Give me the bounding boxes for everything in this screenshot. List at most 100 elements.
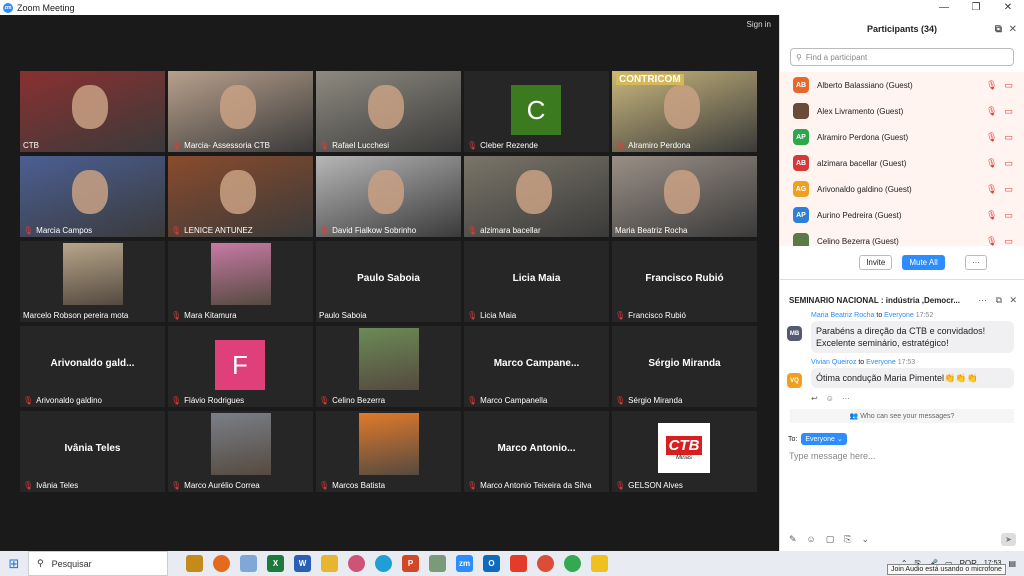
video-tile[interactable]: 🎙 Rafael Lucchesi <box>316 71 461 152</box>
video-off-icon[interactable]: ▭ <box>1003 236 1014 247</box>
name-label: 🎙 Ivânia Teles <box>23 481 78 490</box>
video-tile[interactable]: CTB Minas 🎙 GELSON Alves <box>612 411 757 492</box>
video-tile[interactable]: CONTRICOM 🎙 Alramiro Perdona <box>612 71 757 152</box>
video-tile[interactable]: 🎙 Celino Bezerra <box>316 326 461 407</box>
chat-more-icon[interactable]: ··· <box>978 295 987 305</box>
who-can-see-link[interactable]: 👥 Who can see your messages? <box>790 409 1014 423</box>
sender-name[interactable]: Vivian Queiroz <box>811 359 856 366</box>
muted-mic-icon[interactable]: 🎙 <box>986 132 997 143</box>
more-options-button[interactable]: ··· <box>965 255 987 270</box>
video-tile[interactable]: 🎙 Marcia- Assessoria CTB <box>168 71 313 152</box>
muted-mic-icon[interactable]: 🎙 <box>986 106 997 117</box>
participant-row[interactable]: AP Aurino Pedreira (Guest) 🎙 ▭ <box>780 202 1024 228</box>
reply-icon[interactable]: ↩ <box>811 394 818 403</box>
video-tile[interactable]: Francisco Rubió 🎙 Francisco Rubió <box>612 241 757 322</box>
video-tile[interactable]: Maria Beatriz Rocha <box>612 156 757 237</box>
paint-icon[interactable] <box>348 555 365 572</box>
video-off-icon[interactable]: ▭ <box>1003 80 1014 91</box>
zoom-taskbar-icon[interactable]: zm <box>456 555 473 572</box>
file-explorer-icon[interactable] <box>321 555 338 572</box>
participant-search-input[interactable]: Find a participant <box>806 53 867 62</box>
format-icon[interactable]: ✎ <box>789 534 797 545</box>
muted-mic-icon[interactable]: 🎙 <box>986 210 997 221</box>
video-tile[interactable]: Marco Campane... 🎙 Marco Campanella <box>464 326 609 407</box>
video-tile[interactable]: F 🎙 Flávio Rodrigues <box>168 326 313 407</box>
video-tile[interactable]: 🎙 alzimara bacellar <box>464 156 609 237</box>
taskbar-search-input[interactable]: Pesquisar <box>52 559 92 569</box>
video-tile[interactable]: C 🎙 Cleber Rezende <box>464 71 609 152</box>
maximize-button[interactable]: ❐ <box>960 0 992 15</box>
chevron-down-icon[interactable]: ⌄ <box>861 534 869 545</box>
chat-input[interactable]: Type message here... <box>789 451 1024 461</box>
recipient-name[interactable]: Everyone <box>884 312 914 319</box>
video-off-icon[interactable]: ▭ <box>1003 158 1014 169</box>
notifications-icon[interactable]: ▤ <box>1008 559 1016 568</box>
participant-name: LENICE ANTUNEZ <box>184 226 253 235</box>
participant-row[interactable]: AB Alberto Balassiano (Guest) 🎙 ▭ <box>780 72 1024 98</box>
windows-start-icon[interactable]: ⊞ <box>0 556 28 572</box>
send-button[interactable]: ➤ <box>1001 533 1016 546</box>
video-tile[interactable]: Ivânia Teles 🎙 Ivânia Teles <box>20 411 165 492</box>
close-button[interactable]: ✕ <box>992 0 1024 15</box>
word-icon[interactable]: W <box>294 555 311 572</box>
participant-row[interactable]: AG Arivonaldo galdino (Guest) 🎙 ▭ <box>780 176 1024 202</box>
participant-row[interactable]: Alex Livramento (Guest) 🎙 ▭ <box>780 98 1024 124</box>
video-tile[interactable]: 🎙 Marco Aurélio Correa <box>168 411 313 492</box>
video-tile[interactable]: 🎙 Mara Kitamura <box>168 241 313 322</box>
video-tile[interactable]: Sérgio Miranda 🎙 Sérgio Miranda <box>612 326 757 407</box>
participant-row[interactable]: Celino Bezerra (Guest) 🎙 ▭ <box>780 228 1024 246</box>
file-icon[interactable]: ⎘ <box>844 534 851 545</box>
anydesk-icon[interactable] <box>510 555 527 572</box>
invite-button[interactable]: Invite <box>859 255 893 270</box>
excel-icon[interactable]: X <box>267 555 284 572</box>
video-tile[interactable]: Marcelo Robson pereira mota <box>20 241 165 322</box>
taskbar-search[interactable]: ⚲ Pesquisar <box>28 551 168 576</box>
sign-in-link[interactable]: Sign in <box>747 20 771 29</box>
mute-all-button[interactable]: Mute All <box>902 255 945 270</box>
media-icon[interactable] <box>591 555 608 572</box>
video-tile[interactable]: 🎙 Marcia Campos <box>20 156 165 237</box>
chat-popout-icon[interactable]: ⧉ <box>996 295 1002 306</box>
recipient-select[interactable]: Everyone ⌄ <box>801 433 847 445</box>
logo-text: CTB <box>665 435 703 455</box>
edge-icon[interactable] <box>375 555 392 572</box>
add-reaction-icon[interactable]: ☺ <box>826 394 834 403</box>
more-icon[interactable]: ··· <box>842 394 850 403</box>
video-tile[interactable]: 🎙 LENICE ANTUNEZ <box>168 156 313 237</box>
emoji-icon[interactable]: ☺ <box>807 534 816 545</box>
video-tile[interactable]: Paulo Saboia Paulo Saboia <box>316 241 461 322</box>
app-icon[interactable] <box>429 555 446 572</box>
video-tile[interactable]: 🎙 Marcos Batista <box>316 411 461 492</box>
briefcase-app-icon[interactable] <box>186 555 203 572</box>
firefox-icon[interactable] <box>213 555 230 572</box>
popout-icon[interactable]: ⧉ <box>995 24 1002 35</box>
video-off-icon[interactable]: ▭ <box>1003 106 1014 117</box>
chat-close-icon[interactable]: ✕ <box>1009 295 1017 306</box>
powerpoint-icon[interactable]: P <box>402 555 419 572</box>
recipient-name[interactable]: Everyone <box>866 359 896 366</box>
video-tile[interactable]: Arivonaldo gald... 🎙 Arivonaldo galdino <box>20 326 165 407</box>
close-panel-icon[interactable]: ✕ <box>1009 24 1017 35</box>
participant-search[interactable]: ⚲ Find a participant <box>790 48 1014 66</box>
chrome-icon[interactable] <box>537 555 554 572</box>
photos-icon[interactable] <box>240 555 257 572</box>
video-tile[interactable]: CTB <box>20 71 165 152</box>
muted-mic-icon[interactable]: 🎙 <box>986 236 997 247</box>
video-off-icon[interactable]: ▭ <box>1003 210 1014 221</box>
video-off-icon[interactable]: ▭ <box>1003 184 1014 195</box>
muted-mic-icon[interactable]: 🎙 <box>986 80 997 91</box>
video-tile[interactable]: 🎙 David Fialkow Sobrinho <box>316 156 461 237</box>
participant-row[interactable]: AP Alramiro Perdona (Guest) 🎙 ▭ <box>780 124 1024 150</box>
video-off-icon[interactable]: ▭ <box>1003 132 1014 143</box>
minimize-button[interactable]: — <box>928 0 960 15</box>
screenshot-icon[interactable]: ▢ <box>826 534 835 545</box>
who-can-see-text: Who can see your messages? <box>860 413 955 420</box>
video-tile[interactable]: Licia Maia 🎙 Licia Maia <box>464 241 609 322</box>
chrome-profile-icon[interactable] <box>564 555 581 572</box>
muted-mic-icon[interactable]: 🎙 <box>986 184 997 195</box>
outlook-icon[interactable]: O <box>483 555 500 572</box>
sender-name[interactable]: Maria Beatriz Rocha <box>811 312 874 319</box>
muted-mic-icon[interactable]: 🎙 <box>986 158 997 169</box>
participant-row[interactable]: AB alzimara bacellar (Guest) 🎙 ▭ <box>780 150 1024 176</box>
video-tile[interactable]: Marco Antonio... 🎙 Marco Antonio Teixeira … <box>464 411 609 492</box>
